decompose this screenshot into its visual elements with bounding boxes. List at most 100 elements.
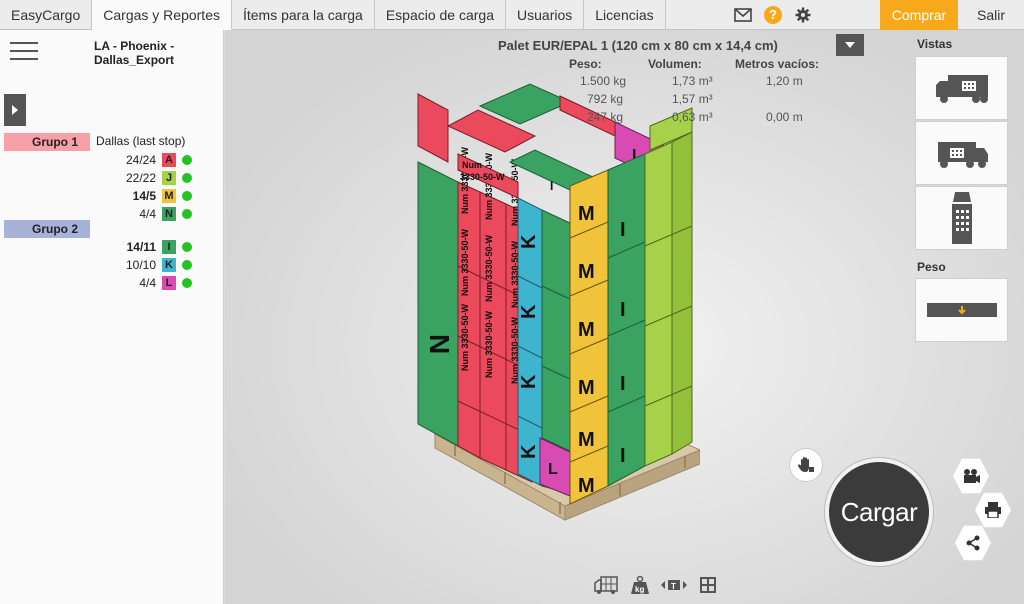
weight-kg-icon: kg: [631, 575, 649, 594]
menu-icon[interactable]: [10, 42, 38, 62]
truck-side-view-icon: [935, 75, 988, 103]
expand-panel-button[interactable]: [4, 94, 26, 126]
volume-value-3: 0,63 m³: [672, 110, 713, 124]
load-button[interactable]: Cargar: [825, 458, 933, 566]
truck-grid-icon: [594, 576, 618, 594]
cargo-letter-badge: N: [162, 207, 176, 221]
cargo-boxes-j: [644, 131, 693, 467]
svg-text:K: K: [518, 304, 540, 319]
svg-text:L: L: [548, 461, 558, 478]
top-navigation-bar: EasyCargo Cargas y Reportes Ítems para l…: [0, 0, 1024, 30]
buy-button[interactable]: Comprar: [880, 0, 958, 30]
cargo-row-k[interactable]: 10/10 K: [100, 257, 200, 273]
status-dot: [182, 278, 192, 288]
empty-meters-header: Metros vacíos:: [735, 57, 820, 71]
svg-text:Num: Num: [462, 160, 482, 170]
cargo-count: 22/22: [125, 171, 156, 185]
tab-usuarios[interactable]: Usuarios: [506, 0, 585, 30]
svg-text:I: I: [620, 373, 626, 395]
weight-distribution-button[interactable]: [915, 278, 1008, 342]
meters-value-3: 0,00 m: [766, 110, 803, 124]
group-2-label[interactable]: Grupo 2: [4, 220, 90, 238]
3d-viewport[interactable]: N Num 3330-50-W Num 3330-50-W Num 3330-5…: [225, 30, 1024, 604]
cargo-row-i[interactable]: 14/11 I: [100, 239, 200, 255]
weight-heading: Peso: [917, 260, 946, 274]
top-icons: ? Comprar Salir: [728, 0, 1024, 30]
tab-cargas-y-reportes[interactable]: Cargas y Reportes: [92, 0, 232, 30]
cargo-boxes-i-right: I I I I: [607, 153, 646, 487]
camera-button[interactable]: [953, 458, 989, 494]
cargo-letter-badge: K: [162, 258, 176, 272]
cargo-boxes-k: K K K K: [517, 197, 543, 487]
svg-text:T: T: [671, 582, 676, 591]
weight-distribution-icon: [926, 303, 997, 317]
svg-text:M: M: [578, 429, 595, 451]
svg-text:I: I: [620, 299, 626, 321]
share-icon: [966, 535, 980, 551]
cargo-count: 4/4: [139, 276, 156, 290]
cargo-row-a[interactable]: 24/24 A: [100, 152, 200, 168]
tab-licencias[interactable]: Licencias: [584, 0, 666, 30]
volume-value-2: 1,57 m³: [672, 92, 713, 106]
space-title: Palet EUR/EPAL 1 (120 cm x 80 cm x 14,4 …: [498, 38, 778, 53]
bottom-toolbar: kg T: [591, 570, 723, 600]
svg-text:N: N: [424, 334, 455, 354]
svg-text:I: I: [620, 219, 626, 241]
left-panel: LA - Phoenix - Dallas_Export Grupo 1 Dal…: [0, 30, 224, 604]
meters-value-1: 1,20 m: [766, 74, 803, 88]
svg-text:Num 3330-50-W: Num 3330-50-W: [460, 228, 470, 296]
svg-text:K: K: [518, 234, 540, 249]
truck-angle-view-button[interactable]: [915, 121, 1008, 185]
cargo-letter-badge: L: [162, 276, 176, 290]
cargo-row-n[interactable]: 4/4 N: [100, 206, 200, 222]
truck-grid-button[interactable]: [591, 570, 621, 600]
cargo-row-j[interactable]: 22/22 J: [100, 170, 200, 186]
truck-side-view-button[interactable]: [915, 56, 1008, 120]
tab-easycargo[interactable]: EasyCargo: [0, 0, 93, 30]
cargo-row-l[interactable]: 4/4 L: [100, 275, 200, 291]
top-view-button[interactable]: T: [659, 570, 689, 600]
truck-top-view-icon: [951, 192, 972, 244]
svg-text:M: M: [578, 203, 595, 225]
svg-text:Num 3330-50-W: Num 3330-50-W: [484, 310, 494, 378]
camera-icon: [964, 469, 980, 483]
print-icon: [985, 502, 1001, 518]
mail-icon[interactable]: [728, 0, 758, 30]
weight-kg-button[interactable]: kg: [625, 570, 655, 600]
svg-text:I: I: [620, 445, 626, 467]
svg-text:M: M: [578, 377, 595, 399]
space-dropdown-button[interactable]: [836, 34, 864, 56]
status-dot: [182, 173, 192, 183]
cargo-count: 14/11: [126, 240, 156, 254]
exit-button[interactable]: Salir: [958, 0, 1024, 30]
weight-value-1: 1.500 kg: [580, 74, 627, 88]
cargo-count: 14/5: [132, 189, 156, 203]
print-button[interactable]: [975, 492, 1011, 528]
status-dot: [182, 242, 192, 252]
share-button[interactable]: [955, 525, 991, 561]
grid-layout-button[interactable]: [693, 570, 723, 600]
truck-top-view-button[interactable]: [915, 186, 1008, 250]
status-dot: [182, 191, 192, 201]
cargo-count: 4/4: [139, 207, 156, 221]
svg-text:K: K: [518, 374, 540, 389]
svg-text:M: M: [578, 261, 595, 283]
help-icon[interactable]: ?: [758, 0, 788, 30]
gear-icon[interactable]: [788, 0, 818, 30]
hand-drag-icon: [797, 457, 814, 472]
svg-text:K: K: [518, 444, 540, 459]
svg-text:I: I: [550, 179, 553, 193]
weight-header: Peso:: [569, 57, 602, 71]
tab-items-para-la-carga[interactable]: Ítems para la carga: [232, 0, 375, 30]
cargo-row-m[interactable]: 14/5 M: [100, 188, 200, 204]
status-dot: [182, 155, 192, 165]
tab-espacio-de-carga[interactable]: Espacio de carga: [375, 0, 507, 30]
hand-drag-button[interactable]: [789, 448, 823, 482]
group-1-label[interactable]: Grupo 1: [4, 133, 90, 151]
pallet-load-3d: N Num 3330-50-W Num 3330-50-W Num 3330-5…: [417, 83, 700, 521]
grid-layout-icon: [700, 577, 716, 593]
svg-text:M: M: [578, 475, 595, 497]
views-heading: Vistas: [917, 37, 953, 51]
truck-angle-view-icon: [937, 142, 988, 168]
status-dot: [182, 209, 192, 219]
